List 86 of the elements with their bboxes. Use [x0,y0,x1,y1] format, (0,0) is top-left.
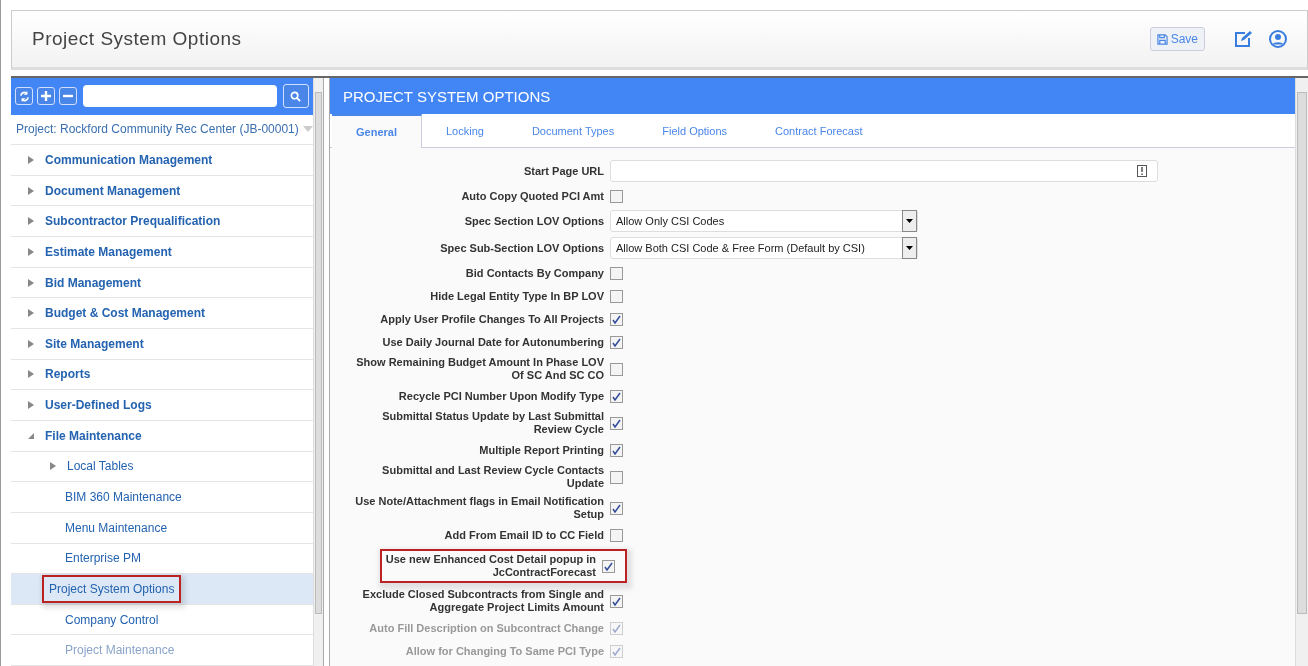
field-label: Use Note/Attachment flags in Email Notification Setup [354,495,604,521]
field-label: Start Page URL [522,164,604,178]
caret-icon [906,219,913,223]
field-label: Hide Legal Entity Type In BP LOV [429,289,604,303]
sidebar-item[interactable]: File Maintenance [11,420,313,452]
sidebar-item[interactable]: Subcontractor Prequalification [11,206,313,238]
sidebar-item[interactable]: Site Management [11,329,313,360]
tab[interactable]: Contract Forecast [751,114,887,147]
panel-title: PROJECT SYSTEM OPTIONS [330,78,1295,114]
sidebar-item[interactable]: Company Control [11,604,313,636]
expander-icon [27,186,35,195]
field-label: Submittal Status Update by Last Submittal Review Cycle [381,410,604,436]
field-label: Spec Section LOV Options [463,214,604,228]
checkbox[interactable] [610,594,623,608]
field-label: Use new Enhanced Cost Detail popup in JcContractForecast [384,553,596,579]
dropdown[interactable]: Allow Only CSI Codes [610,210,918,232]
expander-icon [27,431,35,440]
sidebar-item[interactable]: BIM 360 Maintenance [11,482,313,513]
checkbox[interactable] [610,528,623,542]
collapse-button[interactable] [59,87,77,106]
save-button[interactable]: Save [1149,27,1205,51]
sidebar-item[interactable]: Project System Options [11,574,313,605]
field-label: Submittal and Last Review Cycle Contacts Update [381,464,604,490]
field-label: Show Remaining Budget Amount In Phase LOV Of SC And SC CO [355,356,604,382]
sidebar-item[interactable]: User-Defined Logs [11,390,313,421]
sidebar-item[interactable]: Estimate Management [11,237,313,268]
dropdown[interactable]: Allow Both CSI Code & Free Form (Default by CSI) [610,237,918,259]
edit-icon[interactable] [1233,30,1253,48]
tab[interactable]: General [332,114,422,148]
expander-icon [27,309,35,318]
sidebar-item[interactable]: Budget & Cost Management [11,298,313,330]
field-label: Apply User Profile Changes To All Projects [379,312,604,326]
search-button[interactable] [282,84,309,109]
sidebar-item[interactable]: Document Management [11,175,313,207]
expander-icon [27,370,35,379]
tab[interactable]: Locking [421,114,508,147]
url-input-field[interactable] [610,160,1158,182]
plus-icon [41,91,51,102]
search-field[interactable] [83,85,277,108]
checkbox[interactable] [610,501,623,515]
checkbox[interactable] [610,312,623,326]
field-label: Allow for Changing To Same PCI Type [404,644,604,658]
field-label: Use Daily Journal Date for Autonumbering [381,335,604,349]
checkbox[interactable] [610,289,623,303]
field-label: Exclude Closed Subcontracts from Single and Aggregate Project Limits Amount [361,588,604,614]
field-label: Multiple Report Printing [478,443,604,457]
checkbox[interactable] [610,266,623,280]
checkbox[interactable] [610,189,623,203]
expander-icon [27,401,35,410]
project-selector[interactable]: Project: Rockford Community Rec Center (JB-00001) [11,114,313,146]
checkbox[interactable] [602,559,615,573]
field-label: Spec Sub-Section LOV Options [439,241,604,255]
field-label: Add From Email ID to CC Field [443,528,604,542]
refresh-icon [18,90,30,102]
tab[interactable]: Document Types [507,114,639,147]
checkbox[interactable] [610,362,623,376]
expander-icon [49,462,57,471]
field-label: Auto Copy Quoted PCI Amt [460,189,604,203]
caret-icon [906,246,913,250]
field-label: Recycle PCI Number Upon Modify Type [397,389,604,403]
sidebar-item[interactable]: Reports [11,359,313,391]
tab[interactable]: Field Options [638,114,752,147]
refresh-button[interactable] [15,87,33,106]
page-title: Project System Options [32,28,242,50]
expander-icon [27,339,35,348]
checkbox[interactable] [610,335,623,349]
scrollbar[interactable] [312,78,323,666]
checkbox[interactable] [610,389,623,403]
checkbox[interactable] [610,443,623,457]
user-icon[interactable] [1269,30,1287,48]
checkbox[interactable] [610,416,623,430]
expand-button[interactable] [37,87,55,106]
field-label: Auto Fill Description on Subcontract Change [368,621,604,635]
sidebar-item[interactable]: Local Tables [11,451,313,483]
scrollbar[interactable] [1295,78,1308,666]
expander-icon [27,278,35,287]
sidebar-item[interactable]: Menu Maintenance [11,512,313,544]
expander-icon [27,247,35,256]
sidebar-item[interactable]: Communication Management [11,145,313,176]
sidebar-item[interactable]: Bid Management [11,267,313,299]
caret-icon [302,126,313,133]
expander-icon [27,156,35,164]
field-label: Bid Contacts By Company [464,266,604,280]
checkbox[interactable] [610,470,623,484]
search-icon [290,90,302,102]
expander-icon [27,217,35,226]
